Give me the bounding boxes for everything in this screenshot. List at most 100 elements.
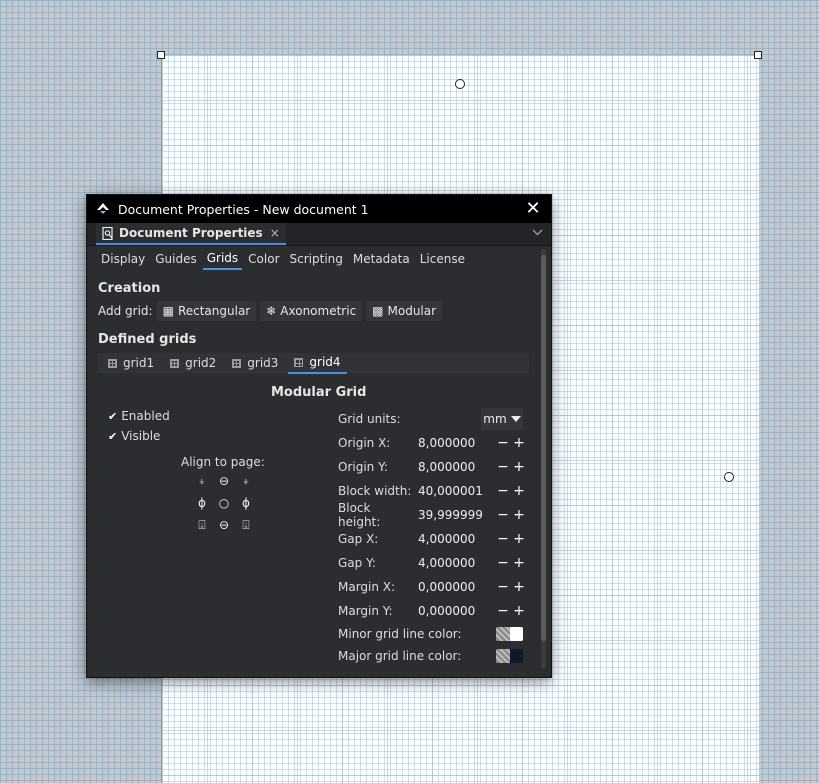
gap-y-row: Gap Y: 4,000000 − + bbox=[338, 551, 526, 575]
decrement-button[interactable]: − bbox=[496, 483, 510, 499]
decrement-button[interactable]: − bbox=[496, 507, 510, 523]
add-rectangular-label: Rectangular bbox=[177, 304, 251, 318]
resize-handle-top-right[interactable] bbox=[754, 51, 762, 59]
page-handle-right[interactable] bbox=[724, 472, 734, 482]
visible-checkbox[interactable]: ✔ Visible bbox=[108, 429, 160, 443]
gap-y-input[interactable]: 4,000000 bbox=[414, 553, 494, 573]
align-bottom-right-icon[interactable]: ⍗ bbox=[235, 514, 257, 536]
decrement-button[interactable]: − bbox=[496, 555, 510, 571]
axonometric-grid-icon: ❄ bbox=[266, 304, 277, 318]
modular-grid-title: Modular Grid bbox=[271, 385, 367, 400]
grid-tab-label: grid3 bbox=[247, 356, 279, 370]
minor-color-label: Minor grid line color: bbox=[338, 627, 462, 641]
block-height-input[interactable]: 39,999999 bbox=[414, 505, 494, 525]
origin-y-row: Origin Y: 8,000000 − + bbox=[338, 455, 526, 479]
close-icon[interactable]: ✕ bbox=[523, 199, 543, 219]
scrollbar-thumb[interactable] bbox=[541, 255, 546, 641]
tab-document-properties[interactable]: Document Properties × bbox=[96, 223, 286, 245]
increment-button[interactable]: + bbox=[512, 435, 526, 451]
align-middle-left-icon[interactable]: ɸ bbox=[191, 492, 213, 514]
page-handle-top[interactable] bbox=[455, 79, 465, 89]
tab-scripting[interactable]: Scripting bbox=[286, 249, 347, 269]
increment-button[interactable]: + bbox=[512, 555, 526, 571]
decrement-button[interactable]: − bbox=[496, 459, 510, 475]
margin-y-row: Margin Y: 0,000000 − + bbox=[338, 599, 526, 623]
increment-button[interactable]: + bbox=[512, 531, 526, 547]
align-top-left-icon[interactable]: ⍖ bbox=[191, 470, 213, 492]
add-rectangular-grid-button[interactable]: ▦ Rectangular bbox=[156, 301, 257, 321]
enabled-checkbox[interactable]: ✔ Enabled bbox=[108, 409, 170, 423]
margin-x-label: Margin X: bbox=[338, 580, 396, 594]
add-modular-label: Modular bbox=[387, 304, 437, 318]
margin-x-input[interactable]: 0,000000 bbox=[414, 577, 494, 597]
tab-grid4[interactable]: grid4 bbox=[288, 352, 347, 374]
tab-grids[interactable]: Grids bbox=[202, 248, 243, 270]
align-top-center-icon[interactable]: ⊖ bbox=[213, 470, 235, 492]
transparency-checker bbox=[496, 627, 510, 641]
panel-scrollbar[interactable] bbox=[541, 249, 546, 669]
tab-color[interactable]: Color bbox=[244, 249, 283, 269]
major-color-fill bbox=[509, 649, 523, 663]
block-height-label: Block height: bbox=[338, 501, 381, 529]
minor-color-fill bbox=[509, 627, 523, 641]
tab-display[interactable]: Display bbox=[97, 249, 149, 269]
major-color-label: Major grid line color: bbox=[338, 649, 462, 663]
resize-handle-top-left[interactable] bbox=[157, 51, 165, 59]
modular-grid-properties: Grid units: mm Origin X: 8,000000 − + Or… bbox=[338, 407, 526, 667]
origin-y-label: Origin Y: bbox=[338, 460, 388, 474]
tab-grid3[interactable]: grid3 bbox=[226, 353, 284, 373]
align-bottom-left-icon[interactable]: ⍗ bbox=[191, 514, 213, 536]
major-color-swatch[interactable] bbox=[496, 649, 523, 663]
grid-tab-label: grid4 bbox=[309, 355, 341, 369]
decrement-button[interactable]: − bbox=[496, 531, 510, 547]
gap-x-label: Gap X: bbox=[338, 532, 379, 546]
align-center-icon[interactable]: ○ bbox=[213, 492, 235, 514]
increment-button[interactable]: + bbox=[512, 603, 526, 619]
dialog-titlebar[interactable]: Document Properties - New document 1 ✕ bbox=[87, 195, 551, 223]
add-grid-row: Add grid: ▦ Rectangular ❄ Axonometric ▩ … bbox=[98, 300, 539, 322]
origin-x-input[interactable]: 8,000000 bbox=[414, 433, 494, 453]
checkmark-icon: ✔ bbox=[108, 429, 118, 443]
origin-x-label: Origin X: bbox=[338, 436, 391, 450]
grid-units-label: Grid units: bbox=[338, 412, 401, 426]
tab-grid1[interactable]: grid1 bbox=[102, 353, 160, 373]
defined-grids-heading: Defined grids bbox=[98, 332, 197, 347]
increment-button[interactable]: + bbox=[512, 507, 526, 523]
document-properties-icon bbox=[102, 226, 113, 240]
add-modular-grid-button[interactable]: ▩ Modular bbox=[366, 301, 443, 321]
margin-x-row: Margin X: 0,000000 − + bbox=[338, 575, 526, 599]
tab-metadata[interactable]: Metadata bbox=[349, 249, 414, 269]
gap-y-label: Gap Y: bbox=[338, 556, 376, 570]
grid-units-select[interactable]: mm bbox=[481, 408, 523, 430]
align-bottom-center-icon[interactable]: ⊖ bbox=[213, 514, 235, 536]
chevron-down-icon[interactable] bbox=[532, 226, 543, 239]
minor-color-swatch[interactable] bbox=[496, 627, 523, 641]
tab-grid2[interactable]: grid2 bbox=[164, 353, 222, 373]
grids-panel: Creation Add grid: ▦ Rectangular ❄ Axono… bbox=[87, 269, 539, 663]
increment-button[interactable]: + bbox=[512, 579, 526, 595]
decrement-button[interactable]: − bbox=[496, 579, 510, 595]
margin-y-label: Margin Y: bbox=[338, 604, 393, 618]
align-middle-right-icon[interactable]: ɸ bbox=[235, 492, 257, 514]
close-tab-icon[interactable]: × bbox=[270, 226, 280, 240]
add-axonometric-grid-button[interactable]: ❄ Axonometric bbox=[260, 301, 363, 321]
increment-button[interactable]: + bbox=[512, 459, 526, 475]
gap-x-input[interactable]: 4,000000 bbox=[414, 529, 494, 549]
align-to-page-label: Align to page: bbox=[181, 455, 265, 469]
margin-y-input[interactable]: 0,000000 bbox=[414, 601, 494, 621]
block-width-row: Block width: 40,000001 − + bbox=[338, 479, 526, 503]
grid-icon bbox=[170, 358, 180, 368]
major-color-row: Major grid line color: bbox=[338, 645, 526, 667]
enabled-label: Enabled bbox=[121, 409, 170, 423]
tab-guides[interactable]: Guides bbox=[151, 249, 201, 269]
block-width-input[interactable]: 40,000001 bbox=[414, 481, 494, 501]
align-top-right-icon[interactable]: ⍖ bbox=[235, 470, 257, 492]
block-width-label: Block width: bbox=[338, 484, 412, 498]
decrement-button[interactable]: − bbox=[496, 603, 510, 619]
grid-tab-label: grid2 bbox=[185, 356, 217, 370]
increment-button[interactable]: + bbox=[512, 483, 526, 499]
decrement-button[interactable]: − bbox=[496, 435, 510, 451]
origin-y-input[interactable]: 8,000000 bbox=[414, 457, 494, 477]
tab-license[interactable]: License bbox=[416, 249, 469, 269]
block-height-row: Block height: 39,999999 − + bbox=[338, 501, 526, 529]
